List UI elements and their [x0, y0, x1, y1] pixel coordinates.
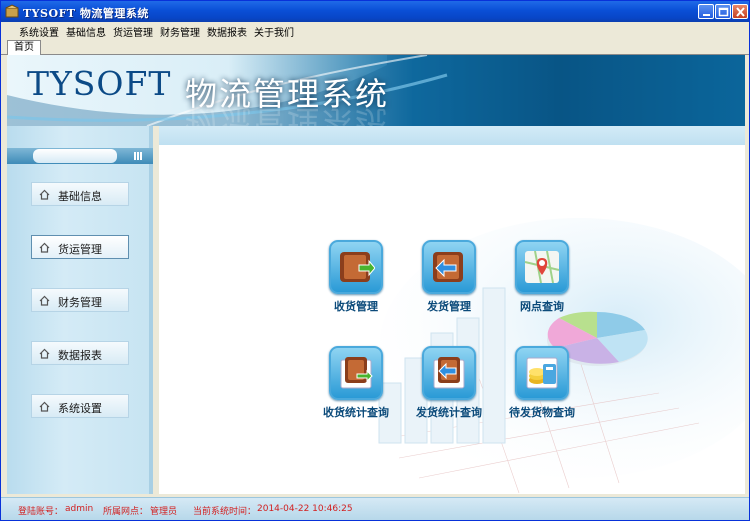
- main-content: 收货管理 发货管理 网点查询 收货统计查询 发货统计查询 待发货物查询: [159, 148, 745, 494]
- app-icon: [5, 4, 19, 18]
- receive-stats-query-button[interactable]: [329, 346, 383, 400]
- pending-goods-query-button[interactable]: [515, 346, 569, 400]
- function-ship-stats-query[interactable]: 发货统计查询: [404, 346, 494, 420]
- function-pending-goods-query[interactable]: 待发货物查询: [497, 346, 587, 420]
- function-label: 收货统计查询: [323, 406, 389, 419]
- function-label: 网点查询: [520, 300, 564, 313]
- function-receive-goods[interactable]: 收货管理: [311, 240, 401, 314]
- ship-stats-query-button[interactable]: [422, 346, 476, 400]
- minimize-icon: [703, 14, 710, 16]
- sidebar-item-label: 货运管理: [58, 243, 102, 256]
- close-button[interactable]: [732, 4, 748, 19]
- sidebar-search-box[interactable]: [33, 149, 117, 163]
- menu-basic-info[interactable]: 基础信息: [66, 24, 106, 39]
- branch-value: 管理员: [150, 507, 178, 517]
- receive-goods-icon: [340, 252, 375, 282]
- function-label: 待发货物查询: [509, 406, 575, 419]
- sidebar-item-label: 基础信息: [58, 190, 102, 203]
- content-header-strip: [159, 126, 745, 148]
- menu-data-reports[interactable]: 数据报表: [207, 24, 247, 39]
- sidebar-item-finance-management[interactable]: 财务管理: [31, 288, 129, 312]
- sidebar-header: [7, 148, 153, 164]
- sidebar-item-basic-info[interactable]: 基础信息: [31, 182, 129, 206]
- maximize-icon: [718, 7, 729, 17]
- menu-freight-management[interactable]: 货运管理: [113, 24, 153, 39]
- branch-label: 所属网点：: [103, 507, 149, 517]
- sidebar-item-label: 数据报表: [58, 349, 102, 362]
- receive-stats-icon: [340, 357, 373, 389]
- sidebar-item-system-settings[interactable]: 系统设置: [31, 394, 129, 418]
- maximize-button[interactable]: [715, 4, 731, 19]
- system-time-label: 当前系统时间：: [193, 507, 257, 517]
- window-title: TYSOFT 物流管理系统: [23, 7, 149, 20]
- tab-strip: 首页: [1, 39, 749, 55]
- sidebar-item-label: 财务管理: [58, 296, 102, 309]
- grid-icon[interactable]: [134, 151, 144, 161]
- sidebar-item-data-reports[interactable]: 数据报表: [31, 341, 129, 365]
- ship-goods-icon: [433, 252, 463, 282]
- ship-stats-icon: [433, 357, 465, 389]
- close-icon: [736, 7, 745, 17]
- function-ship-goods[interactable]: 发货管理: [404, 240, 494, 314]
- home-icon: [39, 295, 50, 306]
- pending-goods-icon: [526, 357, 558, 389]
- banner-title-reflection: 物流管理系统: [185, 103, 390, 126]
- menu-bar: 系统设置 基础信息 货运管理 财务管理 数据报表 关于我们: [1, 22, 749, 39]
- home-icon: [39, 242, 50, 253]
- menu-finance-management[interactable]: 财务管理: [160, 24, 200, 39]
- menu-about-us[interactable]: 关于我们: [254, 24, 294, 39]
- branch-query-button[interactable]: [515, 240, 569, 294]
- minimize-button[interactable]: [698, 4, 714, 19]
- banner-logo: TYSOFT: [27, 64, 172, 103]
- home-icon: [39, 401, 50, 412]
- account-label: 登陆账号：: [18, 507, 64, 517]
- receive-goods-button[interactable]: [329, 240, 383, 294]
- menu-system-settings[interactable]: 系统设置: [19, 24, 59, 39]
- title-bar[interactable]: TYSOFT 物流管理系统: [1, 1, 749, 22]
- function-label: 发货管理: [427, 300, 471, 313]
- header-banner: TYSOFT 物流管理系统 物流管理系统: [7, 55, 745, 126]
- function-receive-stats-query[interactable]: 收货统计查询: [311, 346, 401, 420]
- sidebar-item-freight-management[interactable]: 货运管理: [31, 235, 129, 259]
- home-icon: [39, 189, 50, 200]
- function-label: 发货统计查询: [416, 406, 482, 419]
- tab-home[interactable]: 首页: [7, 40, 41, 55]
- sidebar: 基础信息 货运管理 财务管理 数据报表 系统设置: [7, 126, 153, 494]
- system-time-value: 2014-04-22 10:46:25: [257, 504, 353, 514]
- app-window: TYSOFT 物流管理系统 系统设置 基础信息 货运管理 财务管理 数据报表 关…: [0, 0, 750, 521]
- sidebar-item-label: 系统设置: [58, 402, 102, 415]
- home-icon: [39, 348, 50, 359]
- status-bar: 登陆账号： admin 所属网点： 管理员 当前系统时间： 2014-04-22…: [1, 497, 749, 520]
- map-pin-icon: [524, 250, 560, 284]
- function-label: 收货管理: [334, 300, 378, 313]
- account-value: admin: [65, 504, 94, 514]
- function-branch-query[interactable]: 网点查询: [497, 240, 587, 314]
- ship-goods-button[interactable]: [422, 240, 476, 294]
